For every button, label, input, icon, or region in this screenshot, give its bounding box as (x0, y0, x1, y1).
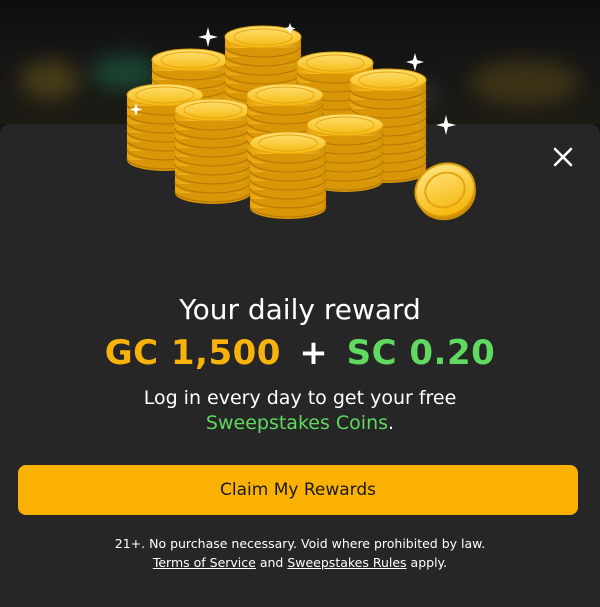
legal-and: and (255, 555, 288, 570)
sweepstakes-rules-link[interactable]: Sweepstakes Rules (287, 555, 406, 570)
terms-of-service-link[interactable]: Terms of Service (153, 555, 256, 570)
legal-line: 21+. No purchase necessary. Void where p… (114, 536, 486, 551)
reward-description: Log in every day to get your free Sweeps… (0, 386, 600, 436)
plus-sign: + (299, 333, 329, 373)
reward-title: Your daily reward (179, 293, 421, 326)
sweepstakes-coins-link: Sweepstakes Coins (205, 412, 389, 434)
close-icon[interactable] (552, 146, 574, 168)
reward-amounts: GC 1,500 + SC 0.20 (0, 333, 600, 373)
gold-coins-amount: GC 1,500 (104, 333, 281, 373)
legal-links-line: Terms of Service and Sweepstakes Rules a… (0, 553, 600, 572)
description-line: Log in every day to get your free (143, 387, 457, 409)
sweepstakes-coins-amount: SC 0.20 (346, 333, 496, 373)
legal-apply: apply. (406, 555, 448, 570)
description-suffix: . (388, 412, 395, 434)
gold-coins-stack-icon (126, 23, 476, 221)
legal-disclaimer: 21+. No purchase necessary. Void where p… (0, 534, 600, 572)
claim-rewards-button[interactable]: Claim My Rewards (18, 465, 578, 515)
description-line-2: Sweepstakes Coins. (0, 411, 600, 436)
